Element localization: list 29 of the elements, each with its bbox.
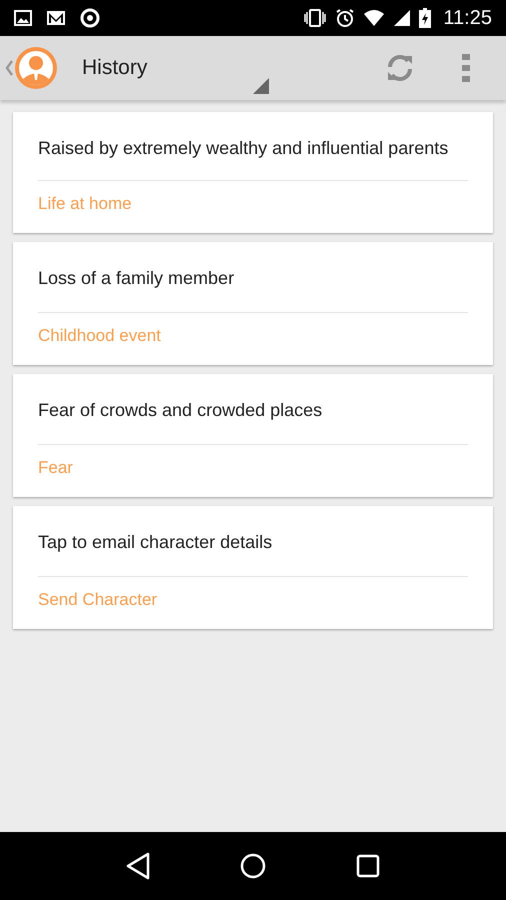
battery-icon [419, 8, 432, 28]
person-avatar-icon [14, 46, 58, 90]
back-triangle-icon [124, 852, 151, 880]
history-card[interactable]: Tap to email character details Send Character [13, 506, 493, 629]
vibrate-icon [303, 8, 328, 28]
more-icon [462, 54, 470, 82]
dropdown-corner-icon [253, 78, 269, 94]
home-circle-icon [240, 853, 266, 879]
card-text: Fear of crowds and crowded places [38, 399, 324, 422]
status-time: 11:25 [443, 6, 492, 30]
category-label: Childhood event [38, 325, 162, 347]
wifi-icon [363, 9, 386, 27]
signal-icon [393, 9, 412, 27]
back-chevron-icon [5, 58, 13, 78]
history-card[interactable]: Raised by extremely wealthy and influential parents Life at home [13, 112, 493, 233]
category-label: Life at home [38, 193, 133, 215]
category-label: Send Character [38, 589, 158, 611]
card-text: Raised by extremely wealthy and influential parents [38, 137, 450, 160]
category-label: Fear [38, 457, 74, 479]
recents-square-icon [356, 854, 380, 878]
image-icon [14, 9, 32, 27]
card-text: Loss of a family member [38, 267, 236, 290]
history-card[interactable]: Fear of crowds and crowded places Fear [13, 374, 493, 497]
circle-logo-icon [80, 8, 100, 28]
mail-icon [46, 9, 66, 27]
history-card[interactable]: Loss of a family member Childhood event [13, 242, 493, 365]
alarm-icon [335, 8, 356, 28]
card-text: Tap to email character details [38, 531, 274, 554]
title-dropdown[interactable]: History [82, 48, 148, 88]
